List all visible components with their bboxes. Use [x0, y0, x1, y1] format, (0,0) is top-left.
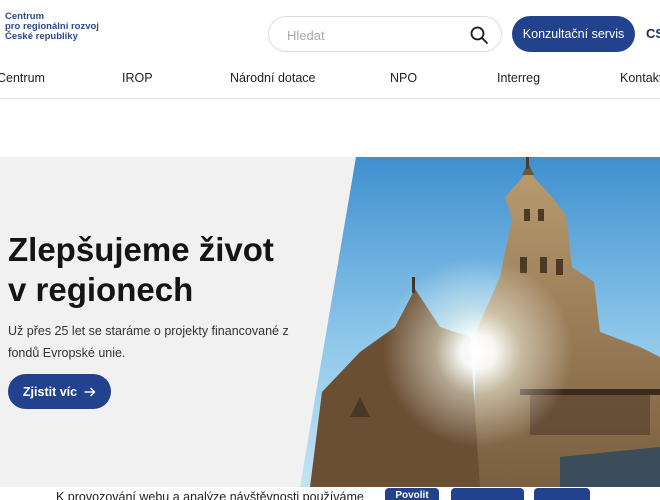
- cookie-accept-button[interactable]: Povolit: [385, 488, 439, 500]
- nav-item-narodni-dotace[interactable]: Národní dotace: [230, 71, 315, 85]
- arrow-right-icon: [84, 387, 96, 396]
- search-input[interactable]: [285, 25, 459, 45]
- nav-item-centrum[interactable]: Centrum: [0, 71, 45, 85]
- hero-description: Už přes 25 let se staráme o projekty fin…: [8, 324, 289, 360]
- nav-item-kontakty[interactable]: Kontakty: [620, 71, 660, 85]
- learn-more-button[interactable]: Zjistit víc: [8, 374, 111, 409]
- logo[interactable]: Centrum pro regionální rozvoj České repu…: [5, 12, 99, 42]
- main-navigation: Centrum IROP Národní dotace NPO Interreg…: [0, 71, 660, 87]
- logo-line-3: České republiky: [5, 31, 78, 42]
- cookie-text: K provozování webu a analýze návštěvnost…: [56, 490, 364, 500]
- cookie-button-3[interactable]: [534, 488, 590, 500]
- search-box: [268, 16, 502, 52]
- language-switch[interactable]: CS: [646, 26, 660, 41]
- hero-title: Zlepšujeme život v regionech: [8, 230, 274, 310]
- hero-title-line-2: v regionech: [8, 271, 194, 308]
- site-header: Centrum pro regionální rozvoj České repu…: [0, 0, 660, 99]
- search-icon[interactable]: [469, 25, 489, 45]
- hero-section: Zlepšujeme život v regionech Už přes 25 …: [0, 157, 660, 487]
- learn-more-label: Zjistit víc: [22, 384, 78, 399]
- nav-item-irop[interactable]: IROP: [122, 71, 153, 85]
- nav-item-npo[interactable]: NPO: [390, 71, 417, 85]
- cookie-banner: K provozování webu a analýze návštěvnost…: [0, 487, 660, 500]
- cookie-button-2[interactable]: [451, 488, 524, 500]
- nav-item-interreg[interactable]: Interreg: [497, 71, 540, 85]
- consultation-service-button[interactable]: Konzultační servis: [512, 16, 635, 52]
- hero-title-line-1: Zlepšujeme život: [8, 231, 274, 268]
